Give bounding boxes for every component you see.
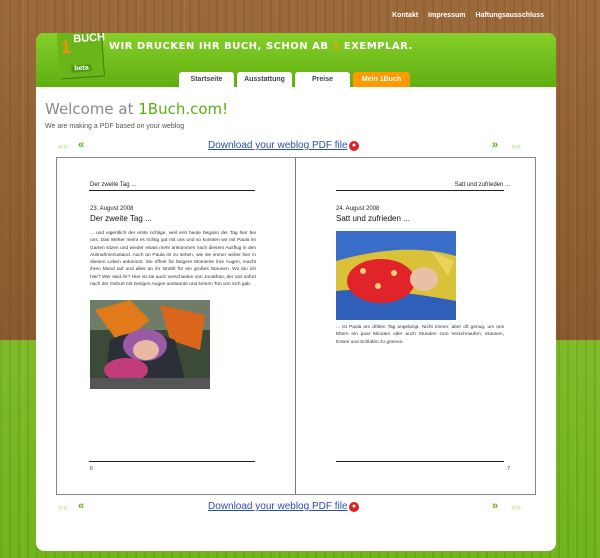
first-page-button-bottom[interactable]: «« — [58, 502, 68, 512]
main-panel: 1 BUCH beta Wir drucken Ihr Buch, schon … — [36, 33, 556, 551]
tab-startseite[interactable]: Startseite — [179, 72, 234, 87]
next-page-button[interactable]: » — [492, 139, 498, 151]
tab-ausstattung[interactable]: Ausstattung — [237, 72, 292, 87]
pdf-icon[interactable]: ● — [349, 502, 359, 512]
footer-rule — [336, 461, 504, 462]
logo-numeral: 1 — [60, 36, 72, 58]
topnav-haftungsausschluss-link[interactable]: Haftungsausschluss — [476, 12, 544, 19]
header-rule — [336, 190, 504, 191]
slogan-text-end: Exemplar. — [339, 41, 413, 52]
pdf-icon[interactable]: ● — [349, 141, 359, 151]
page-title-brand: 1Buch.com! — [138, 100, 229, 118]
site-logo[interactable]: 1 BUCH beta — [56, 33, 106, 79]
topnav-impressum-link[interactable]: Impressum — [428, 12, 465, 19]
logo-word: BUCH — [72, 33, 106, 46]
download-pdf-link-bottom[interactable]: Download your weblog PDF file — [208, 501, 348, 512]
page-number: 7 — [507, 466, 510, 472]
book-page-right: Satt und zufrieden ... 24. August 2008 S… — [296, 158, 534, 494]
last-page-button[interactable]: »» — [511, 141, 521, 151]
site-header: 1 BUCH beta Wir drucken Ihr Buch, schon … — [36, 33, 556, 87]
first-page-button[interactable]: «« — [58, 141, 68, 151]
slogan-accent: 1 — [332, 41, 340, 52]
tab-mein-1buch[interactable]: Mein 1Buch — [353, 72, 410, 87]
header-rule — [89, 190, 255, 191]
entry-heading: Satt und zufrieden ... — [336, 214, 410, 223]
download-pdf-link[interactable]: Download your weblog PDF file — [208, 140, 348, 151]
top-nav: Kontakt Impressum Haftungsausschluss — [392, 12, 544, 19]
entry-heading: Der zweite Tag ... — [90, 214, 152, 223]
entry-date: 23. August 2008 — [90, 206, 134, 212]
baby-photo-right — [336, 231, 456, 320]
tab-preise[interactable]: Preise — [295, 72, 350, 87]
next-page-button-bottom[interactable]: » — [492, 500, 498, 512]
last-page-button-bottom[interactable]: »» — [511, 502, 521, 512]
page-title: Welcome at 1Buch.com! — [45, 100, 228, 118]
slogan-text: Wir drucken Ihr Buch, schon ab — [109, 41, 333, 52]
running-head: Satt und zufrieden ... — [454, 182, 510, 188]
page-title-prefix: Welcome at — [45, 100, 139, 118]
entry-date: 24. August 2008 — [336, 206, 380, 212]
topnav-kontakt-link[interactable]: Kontakt — [392, 12, 418, 19]
slogan: Wir drucken Ihr Buch, schon ab 1 Exempla… — [109, 41, 413, 52]
beta-badge: beta — [71, 64, 92, 73]
book-page-left: Der zweite Tag ... 23. August 2008 Der z… — [57, 158, 295, 494]
prev-page-button[interactable]: « — [78, 139, 84, 151]
book-preview: Der zweite Tag ... 23. August 2008 Der z… — [56, 157, 536, 495]
baby-photo-left — [90, 300, 210, 389]
page-number: 6 — [90, 466, 93, 472]
main-tabs: Startseite Ausstattung Preise Mein 1Buch — [179, 72, 410, 87]
entry-body: ... und eigentlich der erste richtige, w… — [90, 231, 256, 288]
entry-body: ... ist Paula am dritten Tag angelangt. … — [336, 325, 504, 345]
page-subtitle: We are making a PDF based on your weblog — [45, 123, 185, 130]
prev-page-button-bottom[interactable]: « — [78, 500, 84, 512]
footer-rule — [89, 461, 255, 462]
running-head: Der zweite Tag ... — [90, 182, 137, 188]
